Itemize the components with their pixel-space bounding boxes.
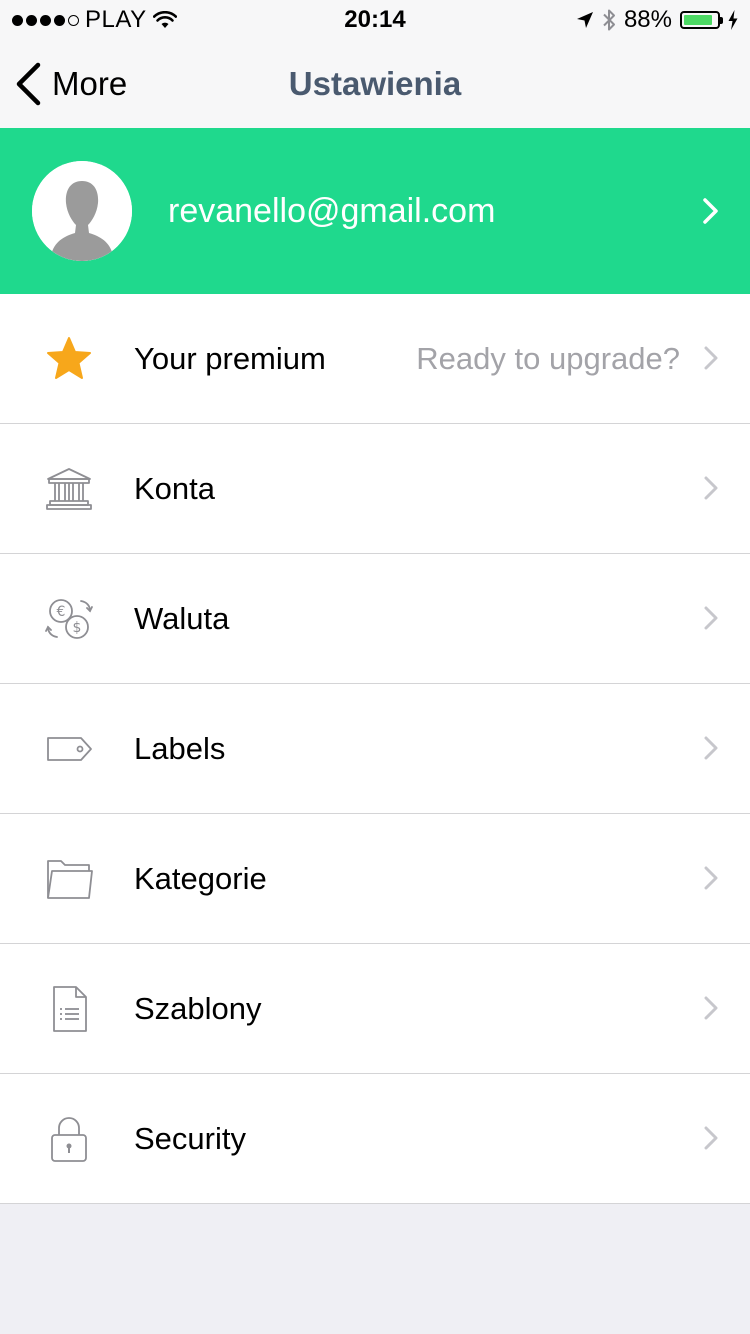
status-bar-right: 88% — [576, 0, 738, 40]
star-icon — [47, 337, 91, 379]
charging-bolt-icon — [728, 10, 738, 30]
bank-icon — [46, 468, 92, 510]
svg-text:€: € — [57, 604, 66, 620]
chevron-right-icon — [704, 1126, 718, 1150]
settings-row-label: Konta — [134, 471, 216, 506]
user-silhouette-icon — [32, 161, 132, 261]
settings-row-label: Your premium — [134, 341, 326, 376]
settings-row-konta[interactable]: Konta — [0, 424, 750, 554]
settings-row-label: Labels — [134, 731, 226, 766]
svg-text:$: $ — [73, 620, 82, 636]
profile-email: revanello@gmail.com — [168, 192, 496, 230]
document-icon — [53, 986, 87, 1032]
tag-icon — [47, 737, 92, 761]
settings-row-szablony[interactable]: Szablony — [0, 944, 750, 1074]
bluetooth-icon — [603, 9, 615, 31]
chevron-right-icon — [704, 736, 718, 760]
battery-fill — [684, 15, 713, 25]
settings-row-label: Waluta — [134, 601, 230, 636]
premium-status-value: Ready to upgrade? — [416, 341, 680, 376]
status-bar: PLAY 20:14 88% — [0, 0, 750, 40]
chevron-right-icon — [704, 606, 718, 630]
chevron-right-icon — [704, 346, 718, 370]
avatar — [32, 161, 132, 261]
chevron-right-icon — [704, 476, 718, 500]
settings-row-label: Szablony — [134, 991, 262, 1026]
battery-percentage: 88% — [623, 6, 672, 33]
settings-row-security[interactable]: Security — [0, 1074, 750, 1204]
chevron-right-icon — [704, 866, 718, 890]
location-arrow-icon — [576, 12, 593, 28]
folder-icon — [47, 860, 93, 899]
settings-row-label: Security — [134, 1121, 246, 1156]
settings-row-premium[interactable]: Your premium Ready to upgrade? — [0, 294, 750, 424]
settings-row-label: Kategorie — [134, 861, 267, 896]
settings-row-kategorie[interactable]: Kategorie — [0, 814, 750, 944]
settings-row-labels[interactable]: Labels — [0, 684, 750, 814]
settings-row-waluta[interactable]: € $ Waluta — [0, 554, 750, 684]
settings-list: Your premium Ready to upgrade? Konta € $… — [0, 294, 750, 1204]
lock-icon — [51, 1117, 87, 1162]
page-title: Ustawienia — [288, 65, 462, 102]
currency-exchange-icon: € $ — [45, 599, 93, 639]
chevron-right-icon — [704, 996, 718, 1020]
navigation-bar: More Ustawienia — [0, 40, 750, 128]
profile-row[interactable]: revanello@gmail.com — [0, 128, 750, 294]
chevron-right-icon — [703, 198, 718, 224]
battery-icon — [680, 11, 723, 29]
